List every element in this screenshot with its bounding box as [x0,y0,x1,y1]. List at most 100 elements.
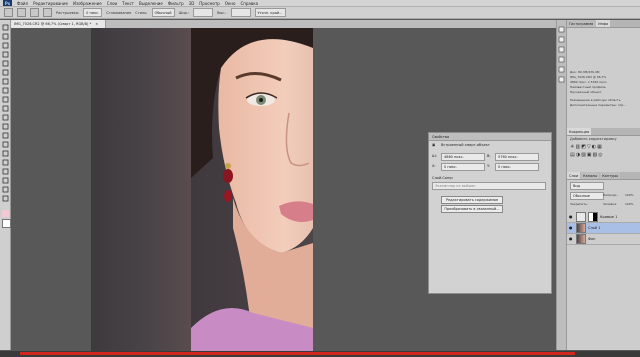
properties-panel-header[interactable]: Свойства [429,133,551,141]
quick-select-tool-icon[interactable] [2,51,9,58]
crop-tool-icon[interactable] [2,60,9,67]
panel-icon-strip [556,20,566,350]
width-field[interactable]: 4860 пикс. [441,153,485,161]
healing-brush-icon[interactable] [2,78,9,85]
width-input[interactable] [193,8,214,17]
hand-tool-icon[interactable] [2,186,9,193]
adjustment-icons[interactable]: ☀▥◩▽◐▦ [570,144,603,150]
menu-view[interactable]: Просмотр [199,1,220,6]
layer-mask-thumbnail[interactable] [588,212,598,222]
style-select[interactable]: Обычный [151,8,175,17]
document-tab[interactable]: IMG_7026.CR2 @ 66,7% (Смарт 1, RGB/8) * … [11,20,106,28]
blur-tool-icon[interactable] [2,132,9,139]
close-icon[interactable]: × [95,22,98,26]
convert-linked-button[interactable]: Преобразовать в связанный... [441,205,503,213]
tab-channels[interactable]: Каналы [581,172,600,179]
adjustments-tabs: Коррекция [567,128,640,136]
portrait-photo [191,28,313,352]
gradient-tool-icon[interactable] [2,123,9,130]
edit-contents-button[interactable]: Редактировать содержимое [441,196,503,204]
panel-toggle-icon[interactable] [558,66,565,73]
hint-line-1: Размещение в рабочую область [570,98,621,102]
layer-thumbnail [576,223,586,233]
adjustment-icons-row2[interactable]: ▤◑▨▣▧◎ [570,152,604,158]
tab-layers[interactable]: Слои [567,172,581,179]
menu-3d[interactable]: 3D [189,1,195,6]
panel-toggle-icon[interactable] [558,36,565,43]
panel-toggle-icon[interactable] [558,26,565,33]
fill-value[interactable]: 100% [625,202,634,206]
layer-row-smart[interactable]: ● Слой 1 [567,223,640,234]
curves-adjustment-icon [576,212,586,222]
layers-panel-tabs: Слои Каналы Контуры [567,172,640,180]
layer-thumbnail [576,234,586,244]
marquee-tool-icon[interactable] [2,33,9,40]
foreground-color-swatch[interactable] [2,210,9,217]
layer-kind-filter[interactable]: Вид [570,182,604,190]
subtract-selection-icon[interactable] [43,8,52,17]
video-progress-bar[interactable] [20,352,575,355]
brush-tool-icon[interactable] [2,87,9,94]
eye-icon[interactable]: ● [569,226,574,230]
panel-toggle-icon[interactable] [558,46,565,53]
lasso-tool-icon[interactable] [2,42,9,49]
info-line-4: Неизвестный профиль [570,85,606,89]
add-adjustment-title: Добавить корректировку [570,137,617,141]
blend-mode-select[interactable]: Обычные [570,192,604,200]
y-icon: Y: [487,164,490,168]
height-icon: В: [487,154,491,158]
menu-select[interactable]: Выделение [139,1,163,6]
properties-panel[interactable]: Свойства ▣ Встроенный смарт-объект Ш: 48… [428,132,552,294]
eraser-tool-icon[interactable] [2,114,9,121]
background-color-swatch[interactable] [2,219,11,228]
menu-type[interactable]: Текст [122,1,134,6]
menu-window[interactable]: Окно [225,1,236,6]
shape-tool-icon[interactable] [2,177,9,184]
menu-filter[interactable]: Фильтр [168,1,184,6]
eye-icon[interactable]: ● [569,215,574,219]
tab-histogram[interactable]: Гистограмма [567,20,596,27]
layer-row-background[interactable]: ● Фон [567,234,640,245]
panel-toggle-icon[interactable] [558,56,565,63]
layer-name: Слой 1 [588,226,601,230]
eyedropper-tool-icon[interactable] [2,69,9,76]
menu-help[interactable]: Справка [240,1,258,6]
menu-image[interactable]: Изображение [73,1,102,6]
feather-input[interactable]: 0 пикс. [83,8,103,17]
clone-stamp-icon[interactable] [2,96,9,103]
panel-toggle-icon[interactable] [558,76,565,83]
type-tool-icon[interactable] [2,159,9,166]
info-line-3: 4860 пикс. x 5760 пикс. [570,80,608,84]
dodge-tool-icon[interactable] [2,141,9,148]
tab-paths[interactable]: Контуры [600,172,621,179]
photoshop-logo: Ps [3,0,12,6]
pen-tool-icon[interactable] [2,150,9,157]
new-selection-icon[interactable] [17,8,26,17]
tab-info[interactable]: Инфо [596,20,611,27]
lock-label: Закрепить: [570,202,588,206]
refine-edge-button[interactable]: Уточн. край... [254,8,286,17]
move-tool-icon[interactable] [2,24,9,31]
tab-adjustments[interactable]: Коррекция [567,128,592,135]
menu-file[interactable]: Файл [17,1,28,6]
info-panel-tabs: Гистограмма Инфо [567,20,640,28]
height-field[interactable]: 5760 пикс. [495,153,539,161]
zoom-tool-icon[interactable] [2,195,9,202]
layer-comp-select[interactable]: Экземпляр не выбран [432,182,546,190]
antialias-label[interactable]: Сглаживание [106,11,131,15]
add-selection-icon[interactable] [30,8,39,17]
x-field[interactable]: 0 пикс. [441,163,485,171]
properties-tab[interactable]: Свойства [432,135,449,139]
history-brush-icon[interactable] [2,105,9,112]
opacity-value[interactable]: 100% [625,193,634,197]
layer-row-curves[interactable]: ● Кривые 1 [567,212,640,223]
eye-icon[interactable]: ● [569,237,574,241]
y-field[interactable]: 0 пикс. [495,163,539,171]
menu-layers[interactable]: Слои [107,1,117,6]
path-select-icon[interactable] [2,168,9,175]
menu-edit[interactable]: Редактирование [33,1,68,6]
options-bar: Растушевка: 0 пикс. Сглаживание Стиль: О… [0,7,640,19]
height-input[interactable] [230,8,251,17]
smart-object-type: Встроенный смарт-объект [441,143,490,147]
marquee-tool-icon[interactable] [4,8,13,17]
